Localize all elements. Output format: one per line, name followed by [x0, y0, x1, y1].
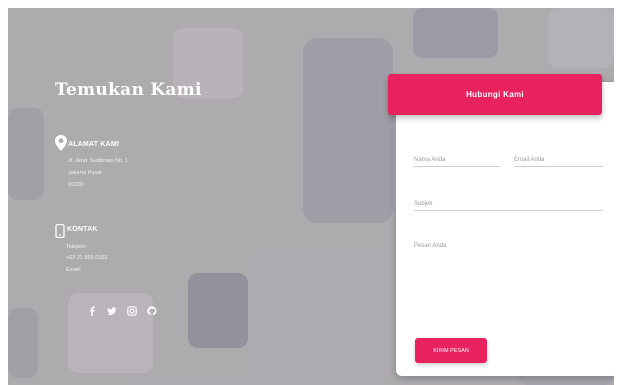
- map-pin-icon: [55, 135, 67, 151]
- name-field[interactable]: Nama Anda: [414, 150, 500, 167]
- contact-line: Telepon:: [66, 244, 87, 250]
- page-title: Temukan Kami: [55, 80, 202, 100]
- contact-form-card: Hubungi Kami Nama Anda Email Anda Subjek…: [388, 74, 614, 376]
- address-line: 10220: [68, 182, 84, 188]
- address-line: Jl. Jend. Sudirman No. 1: [68, 158, 129, 164]
- github-icon[interactable]: [147, 303, 157, 316]
- form-title: Hubungi Kami: [466, 90, 524, 99]
- facebook-icon[interactable]: [87, 303, 97, 316]
- subject-field[interactable]: Subjek: [414, 194, 603, 211]
- submit-button[interactable]: KIRIM PESAN: [415, 338, 487, 363]
- address-line: Jakarta Pusat: [68, 170, 102, 176]
- twitter-icon[interactable]: [107, 303, 117, 315]
- contact-line: +62 21 555 0101: [66, 255, 108, 261]
- form-header: Hubungi Kami: [388, 74, 602, 115]
- contact-heading: KONTAK: [67, 226, 98, 233]
- instagram-icon[interactable]: [127, 303, 137, 316]
- background-scene: Temukan Kami ALAMAT KAMI Jl. Jend. Sudir…: [8, 8, 614, 385]
- name-placeholder: Nama Anda: [414, 157, 446, 163]
- message-textarea[interactable]: Pesan Anda: [414, 240, 603, 252]
- contact-line: Email:: [66, 267, 82, 273]
- page: Temukan Kami ALAMAT KAMI Jl. Jend. Sudir…: [0, 0, 617, 385]
- social-links: [87, 303, 157, 316]
- subject-placeholder: Subjek: [414, 201, 433, 207]
- email-placeholder: Email Anda: [514, 157, 545, 163]
- email-field[interactable]: Email Anda: [514, 150, 603, 167]
- message-placeholder: Pesan Anda: [414, 243, 447, 249]
- address-heading: ALAMAT KAMI: [68, 141, 120, 148]
- phone-icon: [55, 223, 65, 239]
